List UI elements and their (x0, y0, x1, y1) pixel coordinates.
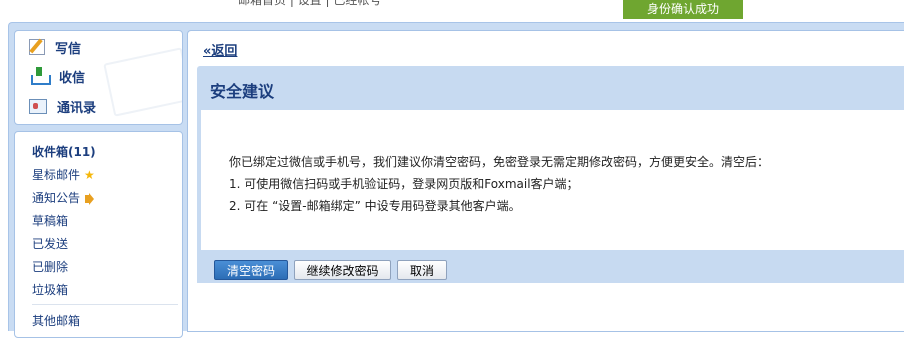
folder-starred-label: 星标邮件 (32, 168, 81, 182)
folder-sent[interactable]: 已发送 (32, 235, 68, 252)
contacts-card-icon (29, 98, 47, 114)
main-content: «返回 安全建议 你已绑定过微信或手机号，我们建议你清空密码，免密登录无需定期修… (187, 30, 904, 332)
folder-inbox-label: 收件箱(11) (32, 145, 96, 159)
folder-notices-label: 通知公告 (32, 191, 81, 205)
folder-starred[interactable]: 星标邮件 ★ (32, 166, 95, 183)
top-bar: 邮箱首页 | 设置 | 已经帐号 身份确认成功 (0, 0, 904, 22)
compose-label: 写信 (55, 41, 82, 57)
folder-notices[interactable]: 通知公告 (32, 189, 95, 206)
compose-button[interactable]: 写信 (29, 36, 81, 58)
folder-other-mailboxes[interactable]: 其他邮箱 (32, 312, 80, 329)
speaker-icon (85, 193, 95, 205)
folder-deleted[interactable]: 已删除 (32, 258, 68, 275)
folder-sent-label: 已发送 (32, 237, 69, 251)
advice-line-2: 2. 可在 “设置-邮箱绑定” 中设专用码登录其他客户端。 (229, 199, 521, 213)
clear-password-button[interactable]: 清空密码 (214, 260, 288, 280)
folder-divider (32, 304, 178, 305)
folder-spam-label: 垃圾箱 (32, 283, 69, 297)
folder-list-panel: 收件箱(11) 星标邮件 ★ 通知公告 草稿箱 已发送 已删除 垃圾箱 其他邮箱 (14, 131, 183, 338)
back-link[interactable]: «返回 (203, 40, 237, 59)
inbox-download-icon (29, 67, 51, 85)
contacts-label: 通讯录 (57, 100, 97, 116)
security-advice-box: 安全建议 你已绑定过微信或手机号，我们建议你清空密码，免密登录无需定期修改密码，… (197, 66, 904, 283)
advice-body: 你已绑定过微信或手机号，我们建议你清空密码，免密登录无需定期修改密码，方便更安全… (201, 110, 904, 250)
receive-mail-button[interactable]: 收信 (29, 65, 85, 87)
top-links[interactable]: 邮箱首页 | 设置 | 已经帐号 (238, 0, 381, 8)
star-icon: ★ (84, 168, 95, 182)
folder-drafts[interactable]: 草稿箱 (32, 212, 68, 229)
folder-other-label: 其他邮箱 (32, 314, 81, 328)
continue-modify-password-button[interactable]: 继续修改密码 (294, 260, 391, 280)
compose-icon (29, 39, 45, 55)
folder-drafts-label: 草稿箱 (32, 214, 69, 228)
cancel-button[interactable]: 取消 (397, 260, 447, 280)
folder-deleted-label: 已删除 (32, 260, 69, 274)
contacts-button[interactable]: 通讯录 (29, 95, 96, 117)
envelope-watermark-icon (103, 47, 182, 117)
advice-title: 安全建议 (210, 82, 275, 101)
quick-actions-panel: 写信 收信 通讯录 (14, 30, 183, 125)
advice-line-1: 1. 可使用微信扫码或手机验证码，登录网页版和Foxmail客户端； (229, 177, 579, 191)
folder-spam[interactable]: 垃圾箱 (32, 281, 68, 298)
advice-line-intro: 你已绑定过微信或手机号，我们建议你清空密码，免密登录无需定期修改密码，方便更安全… (229, 155, 770, 169)
folder-inbox[interactable]: 收件箱(11) (32, 143, 96, 160)
receive-label: 收信 (59, 70, 86, 86)
verify-success-badge: 身份确认成功 (623, 0, 743, 19)
